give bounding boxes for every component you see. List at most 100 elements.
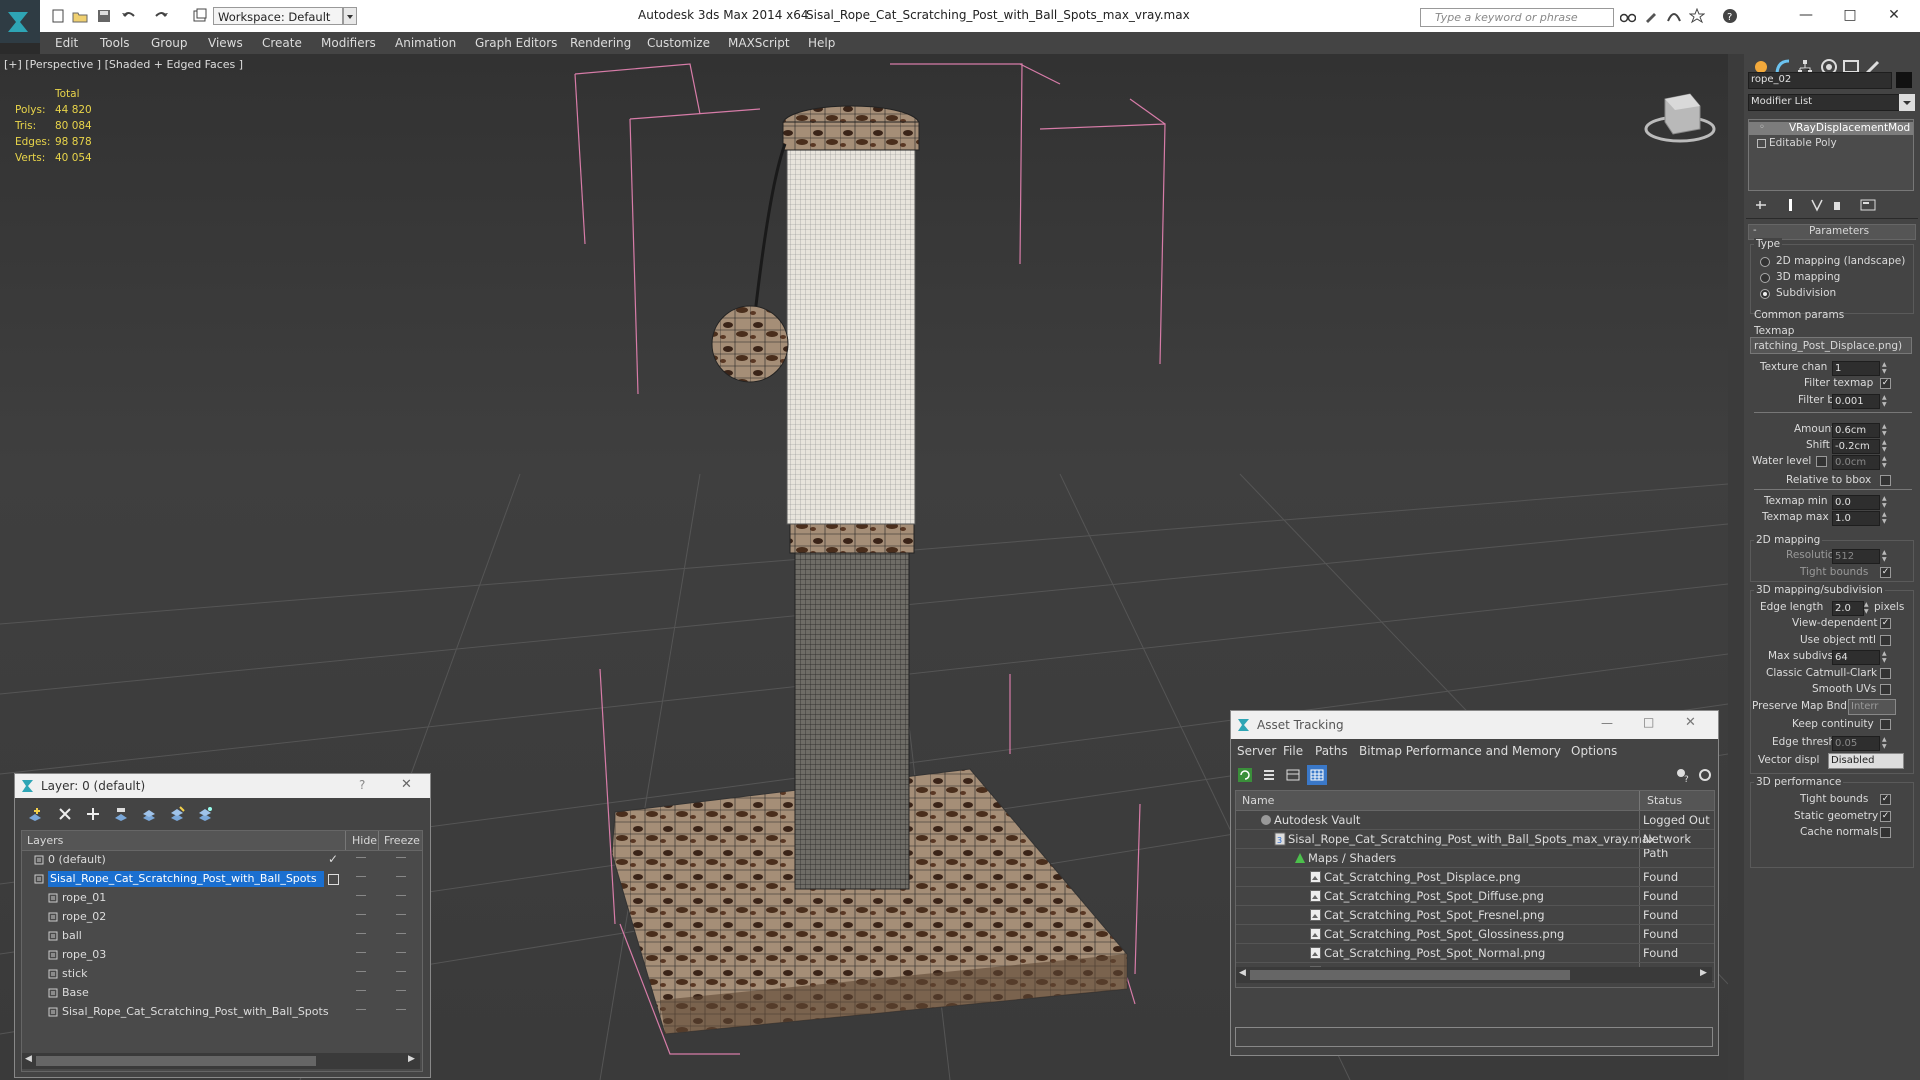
cache-normals-checkbox[interactable] bbox=[1880, 827, 1891, 838]
asset-dialog-close-icon[interactable]: ✕ bbox=[1685, 715, 1696, 730]
asset-row[interactable]: Maps / Shaders bbox=[1236, 849, 1714, 868]
layer-row[interactable]: rope_03 bbox=[22, 946, 420, 965]
expand-plus-icon[interactable] bbox=[1757, 139, 1766, 148]
col-status-header[interactable]: Status bbox=[1647, 794, 1682, 807]
texmap-max-field[interactable]: 1.0 bbox=[1832, 511, 1880, 526]
subscription-center-icon[interactable] bbox=[1643, 8, 1659, 24]
col-hide-header[interactable]: Hide bbox=[352, 834, 377, 847]
asset-row[interactable]: Cat_Scratching_Post_Displace.png Found bbox=[1236, 868, 1714, 887]
hide-toggle[interactable] bbox=[356, 971, 366, 972]
texmap-max-spinner-icon[interactable]: ▲ ▼ bbox=[1882, 511, 1888, 525]
edge-length-field[interactable]: 2.0 bbox=[1832, 601, 1864, 616]
asset-row[interactable]: Cat_Scratching_Post_Spot_Glossiness.png F… bbox=[1236, 925, 1714, 944]
app-logo-button[interactable] bbox=[0, 0, 40, 43]
scroll-left-icon[interactable]: ◀ bbox=[25, 1054, 32, 1064]
menu-animation[interactable]: Animation bbox=[395, 36, 456, 50]
layer-row[interactable]: ball bbox=[22, 927, 420, 946]
modifier-list-dropdown[interactable]: Modifier List bbox=[1748, 94, 1902, 111]
radio-3d-mapping[interactable] bbox=[1760, 273, 1770, 283]
menu-create[interactable]: Create bbox=[262, 36, 302, 50]
new-file-icon[interactable] bbox=[50, 8, 66, 24]
asset-menu-bitmap-performance[interactable]: Bitmap Performance and Memory bbox=[1359, 744, 1561, 758]
col-freeze-header[interactable]: Freeze bbox=[384, 834, 420, 847]
workspace-dropdown-arrow-icon[interactable] bbox=[343, 7, 357, 25]
edge-thresh-field[interactable]: 0.05 bbox=[1832, 736, 1880, 751]
asset-row[interactable]: Cat_Scratching_Post_Spot_Fresnel.png Foun… bbox=[1236, 906, 1714, 925]
hide-toggle[interactable] bbox=[356, 895, 366, 896]
project-folder-icon[interactable] bbox=[192, 8, 208, 24]
communication-center-icon[interactable] bbox=[1666, 8, 1682, 24]
freeze-toggle[interactable] bbox=[396, 1009, 406, 1010]
menu-rendering[interactable]: Rendering bbox=[570, 36, 631, 50]
configure-modifier-sets-icon[interactable] bbox=[1860, 198, 1876, 215]
freeze-toggle[interactable] bbox=[396, 876, 406, 877]
detail-view-icon[interactable] bbox=[1285, 767, 1301, 786]
minimize-window-icon[interactable]: — bbox=[1796, 5, 1816, 25]
freeze-toggle[interactable] bbox=[396, 990, 406, 991]
stack-item-editable-poly[interactable]: Editable Poly bbox=[1749, 137, 1913, 150]
tight-bounds-checkbox[interactable]: ✓ bbox=[1880, 567, 1891, 578]
highlight-layer-icon[interactable] bbox=[141, 806, 157, 825]
layer-row[interactable]: Sisal_Rope_Cat_Scratching_Post_with_Ball… bbox=[22, 870, 420, 889]
hide-toggle[interactable] bbox=[356, 1009, 366, 1010]
layer-dialog-titlebar[interactable]: Layer: 0 (default) ? ✕ bbox=[15, 774, 430, 798]
use-object-mtl-checkbox[interactable] bbox=[1880, 635, 1891, 646]
hide-toggle[interactable] bbox=[356, 857, 366, 858]
layer-row[interactable]: rope_01 bbox=[22, 889, 420, 908]
smooth-uvs-checkbox[interactable] bbox=[1880, 684, 1891, 695]
stack-item-vray[interactable]: ◦ VRayDisplacementMod bbox=[1749, 122, 1913, 135]
relative-bbox-checkbox[interactable] bbox=[1880, 475, 1891, 486]
search-input[interactable]: Type a keyword or phrase bbox=[1420, 8, 1614, 27]
asset-menu-server[interactable]: Server bbox=[1237, 744, 1276, 758]
menu-group[interactable]: Group bbox=[151, 36, 188, 50]
redo-icon[interactable] bbox=[154, 8, 170, 24]
texmap-button[interactable]: ratching_Post_Displace.png) bbox=[1750, 337, 1912, 354]
layer-row[interactable]: stick bbox=[22, 965, 420, 984]
asset-row[interactable]: Autodesk Vault Logged Out . bbox=[1236, 811, 1714, 841]
classic-catmull-checkbox[interactable] bbox=[1880, 668, 1891, 679]
shift-spinner-icon[interactable]: ▲ ▼ bbox=[1882, 439, 1888, 453]
max-subdivs-field[interactable]: 64 bbox=[1832, 650, 1880, 665]
menu-customize[interactable]: Customize bbox=[647, 36, 710, 50]
asset-dialog-titlebar[interactable]: Asset Tracking — □ ✕ bbox=[1231, 711, 1718, 739]
menu-modifiers[interactable]: Modifiers bbox=[321, 36, 376, 50]
make-unique-icon[interactable] bbox=[1810, 198, 1824, 215]
freeze-all-layers-icon[interactable] bbox=[197, 806, 213, 825]
scroll-left-icon[interactable]: ◀ bbox=[1239, 968, 1246, 978]
freeze-toggle[interactable] bbox=[396, 857, 406, 858]
asset-hscrollbar[interactable]: ◀ ▶ bbox=[1236, 967, 1712, 983]
workspace-dropdown[interactable]: Workspace: Default bbox=[213, 7, 343, 25]
layer-dialog-help-button[interactable]: ? bbox=[359, 778, 365, 792]
open-file-icon[interactable] bbox=[72, 8, 88, 24]
current-layer-checkbox[interactable] bbox=[328, 874, 339, 885]
filter-blur-spinner-icon[interactable]: ▲ ▼ bbox=[1882, 394, 1888, 408]
pin-stack-icon[interactable] bbox=[1754, 198, 1768, 215]
texture-chan-spinner-icon[interactable]: ▲ ▼ bbox=[1882, 361, 1888, 375]
freeze-toggle[interactable] bbox=[396, 952, 406, 953]
delete-layer-icon[interactable] bbox=[57, 806, 73, 825]
radio-subdivision[interactable] bbox=[1760, 289, 1770, 299]
layer-row[interactable]: rope_02 bbox=[22, 908, 420, 927]
water-level-spinner-icon[interactable]: ▲ ▼ bbox=[1882, 455, 1888, 469]
close-window-icon[interactable]: ✕ bbox=[1884, 5, 1904, 25]
layer-row[interactable]: Sisal_Rope_Cat_Scratching_Post_with_Ball… bbox=[22, 1003, 420, 1022]
texmap-min-spinner-icon[interactable]: ▲ ▼ bbox=[1882, 495, 1888, 509]
col-layers-header[interactable]: Layers bbox=[27, 834, 63, 847]
filter-texmap-checkbox[interactable]: ✓ bbox=[1880, 378, 1891, 389]
freeze-toggle[interactable] bbox=[396, 971, 406, 972]
menu-views[interactable]: Views bbox=[208, 36, 243, 50]
maximize-window-icon[interactable]: □ bbox=[1840, 5, 1860, 25]
undo-icon[interactable] bbox=[120, 8, 136, 24]
asset-menu-paths[interactable]: Paths bbox=[1315, 744, 1348, 758]
keep-continuity-checkbox[interactable] bbox=[1880, 719, 1891, 730]
amount-field[interactable]: 0.6cm bbox=[1832, 423, 1880, 438]
radio-2d-landscape[interactable] bbox=[1760, 257, 1770, 267]
list-view-icon[interactable] bbox=[1261, 767, 1277, 786]
vector-displ-dropdown[interactable]: Disabled bbox=[1828, 753, 1904, 769]
water-level-field[interactable]: 0.0cm bbox=[1832, 455, 1880, 470]
preserve-map-bnd-dropdown[interactable]: Interr bbox=[1848, 699, 1896, 715]
asset-row[interactable]: Cat_Scratching_Post_Spot_Normal.png Found bbox=[1236, 944, 1714, 963]
viewport-label[interactable]: [+] [Perspective ] [Shaded + Edged Faces… bbox=[4, 58, 243, 71]
asset-menu-file[interactable]: File bbox=[1283, 744, 1303, 758]
menu-help[interactable]: Help bbox=[808, 36, 835, 50]
